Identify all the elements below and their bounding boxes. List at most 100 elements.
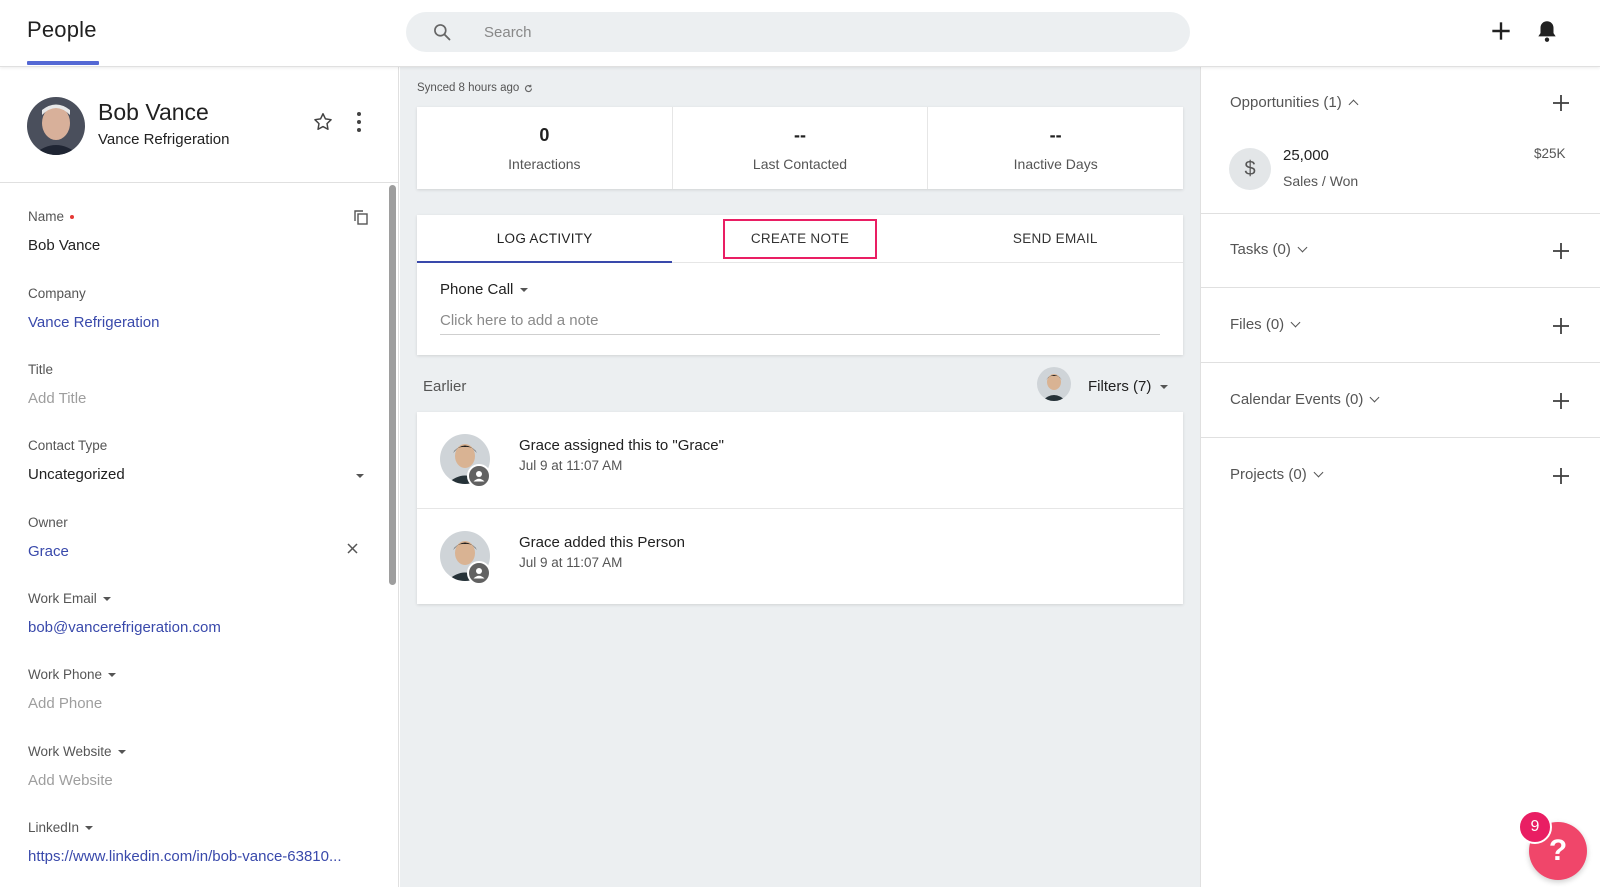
opportunities-label[interactable]: Opportunities (1) xyxy=(1230,94,1342,111)
work-phone-label: Work Phone xyxy=(28,667,103,682)
stat-value: -- xyxy=(1049,125,1062,145)
chevron-down-icon[interactable] xyxy=(1313,467,1324,478)
search-bar[interactable] xyxy=(406,12,1190,52)
add-task-icon[interactable] xyxy=(1551,241,1571,261)
files-header[interactable]: Files (0) xyxy=(1230,316,1301,333)
refresh-icon[interactable] xyxy=(524,84,533,93)
stat-label: Interactions xyxy=(508,156,581,172)
company-link[interactable]: Vance Refrigeration xyxy=(28,314,368,331)
work-phone-field[interactable]: Work Phone Add Phone xyxy=(28,667,368,712)
activity-type-dropdown[interactable]: Phone Call xyxy=(440,281,529,298)
add-opportunity-icon[interactable] xyxy=(1551,93,1571,113)
company-field[interactable]: Company Vance Refrigeration xyxy=(28,286,368,331)
title-field[interactable]: Title Add Title xyxy=(28,362,368,407)
files-label[interactable]: Files (0) xyxy=(1230,316,1284,333)
linkedin-field[interactable]: LinkedIn https://www.linkedin.com/in/bob… xyxy=(28,820,368,865)
work-email-label: Work Email xyxy=(28,591,97,606)
contact-type-field[interactable]: Contact Type Uncategorized xyxy=(28,438,368,483)
chevron-down-icon[interactable] xyxy=(1290,317,1301,328)
add-file-icon[interactable] xyxy=(1551,316,1571,336)
work-email-dropdown-icon[interactable] xyxy=(102,596,111,601)
stat-last-contacted: -- Last Contacted xyxy=(673,107,929,189)
sync-status: Synced 8 hours ago xyxy=(417,82,533,94)
opportunities-header[interactable]: Opportunities (1) xyxy=(1230,94,1359,111)
work-website-placeholder[interactable]: Add Website xyxy=(28,772,368,789)
feed-item-time: Jul 9 at 11:07 AM xyxy=(519,458,623,473)
calendar-events-label[interactable]: Calendar Events (0) xyxy=(1230,391,1363,408)
feed-item[interactable]: Grace added this Person Jul 9 at 11:07 A… xyxy=(417,509,1183,604)
copy-icon[interactable] xyxy=(354,210,368,225)
projects-header[interactable]: Projects (0) xyxy=(1230,466,1324,483)
stat-value: 0 xyxy=(539,125,550,145)
star-icon[interactable] xyxy=(312,111,334,133)
add-icon[interactable] xyxy=(1488,18,1514,44)
notification-bell-icon[interactable] xyxy=(1534,18,1560,44)
section-divider xyxy=(1201,437,1600,438)
tab-send-email[interactable]: SEND EMAIL xyxy=(928,215,1183,262)
contact-type-value[interactable]: Uncategorized xyxy=(28,466,368,483)
tab-create-note[interactable]: CREATE NOTE xyxy=(672,215,927,262)
note-input[interactable] xyxy=(440,307,1160,335)
chevron-up-icon[interactable] xyxy=(1348,99,1359,109)
title-placeholder[interactable]: Add Title xyxy=(28,390,368,407)
chevron-down-icon[interactable] xyxy=(1369,392,1380,403)
activity-panel: Synced 8 hours ago 0 Interactions -- Las… xyxy=(400,67,1200,887)
owner-field[interactable]: Owner Grace xyxy=(28,515,368,560)
filters-label[interactable]: Filters (7) xyxy=(1088,378,1151,395)
dollar-icon: $ xyxy=(1229,148,1271,190)
work-website-label: Work Website xyxy=(28,744,112,759)
work-email-link[interactable]: bob@vancerefrigeration.com xyxy=(28,619,368,636)
opportunity-amount[interactable]: 25,000 xyxy=(1283,147,1329,164)
work-website-dropdown-icon[interactable] xyxy=(117,749,126,754)
work-phone-placeholder[interactable]: Add Phone xyxy=(28,695,368,712)
stat-value: -- xyxy=(794,125,806,145)
header-divider xyxy=(0,182,399,183)
tasks-label[interactable]: Tasks (0) xyxy=(1230,241,1291,258)
stat-label: Inactive Days xyxy=(1013,156,1098,172)
opportunity-stage: Sales / Won xyxy=(1283,173,1359,189)
tasks-header[interactable]: Tasks (0) xyxy=(1230,241,1308,258)
feed-item[interactable]: Grace assigned this to "Grace" Jul 9 at … xyxy=(417,412,1183,509)
projects-label[interactable]: Projects (0) xyxy=(1230,466,1307,483)
add-project-icon[interactable] xyxy=(1551,466,1571,486)
top-bar: People xyxy=(0,0,1600,67)
contact-company: Vance Refrigeration xyxy=(98,131,230,148)
activity-type-value[interactable]: Phone Call xyxy=(440,281,513,298)
contact-details-panel: Bob Vance Vance Refrigeration Name Bob V… xyxy=(0,67,399,887)
page-title[interactable]: People xyxy=(27,17,97,43)
work-email-field[interactable]: Work Email bob@vancerefrigeration.com xyxy=(28,591,368,636)
activity-tabs: LOG ACTIVITY CREATE NOTE SEND EMAIL xyxy=(417,215,1183,263)
contact-name: Bob Vance xyxy=(98,99,209,125)
tab-log-activity[interactable]: LOG ACTIVITY xyxy=(417,215,673,263)
feed-item-title: Grace added this Person xyxy=(519,534,685,551)
section-divider xyxy=(1201,362,1600,363)
feed-item-time: Jul 9 at 11:07 AM xyxy=(519,555,623,570)
work-website-field[interactable]: Work Website Add Website xyxy=(28,744,368,789)
chevron-down-icon[interactable] xyxy=(520,287,529,292)
calendar-events-header[interactable]: Calendar Events (0) xyxy=(1230,391,1380,408)
required-indicator xyxy=(70,214,75,219)
remove-owner-icon[interactable] xyxy=(347,543,358,554)
contact-type-label: Contact Type xyxy=(28,438,108,453)
add-calendar-event-icon[interactable] xyxy=(1551,391,1571,411)
work-phone-dropdown-icon[interactable] xyxy=(108,672,117,677)
chevron-down-icon[interactable] xyxy=(1297,242,1308,253)
owner-value[interactable]: Grace xyxy=(28,543,368,560)
filter-user-avatar[interactable] xyxy=(1037,367,1071,401)
tab-create-note-label[interactable]: CREATE NOTE xyxy=(722,219,878,259)
name-field[interactable]: Name Bob Vance xyxy=(28,209,368,254)
linkedin-dropdown-icon[interactable] xyxy=(85,825,94,830)
search-input[interactable] xyxy=(484,12,1164,52)
owner-label: Owner xyxy=(28,515,68,530)
chevron-down-icon[interactable] xyxy=(1160,384,1169,389)
name-value[interactable]: Bob Vance xyxy=(28,237,368,254)
stats-card: 0 Interactions -- Last Contacted -- Inac… xyxy=(417,107,1183,189)
opportunity-value: $25K xyxy=(1534,146,1566,161)
contact-type-dropdown-icon[interactable] xyxy=(356,474,364,478)
more-options-icon[interactable] xyxy=(356,111,362,133)
linkedin-label: LinkedIn xyxy=(28,820,80,835)
filters-dropdown[interactable]: Filters (7) xyxy=(1088,378,1169,395)
feed-item-title: Grace assigned this to "Grace" xyxy=(519,437,724,454)
scrollbar[interactable] xyxy=(389,185,396,585)
linkedin-link[interactable]: https://www.linkedin.com/in/bob-vance-63… xyxy=(28,848,368,865)
